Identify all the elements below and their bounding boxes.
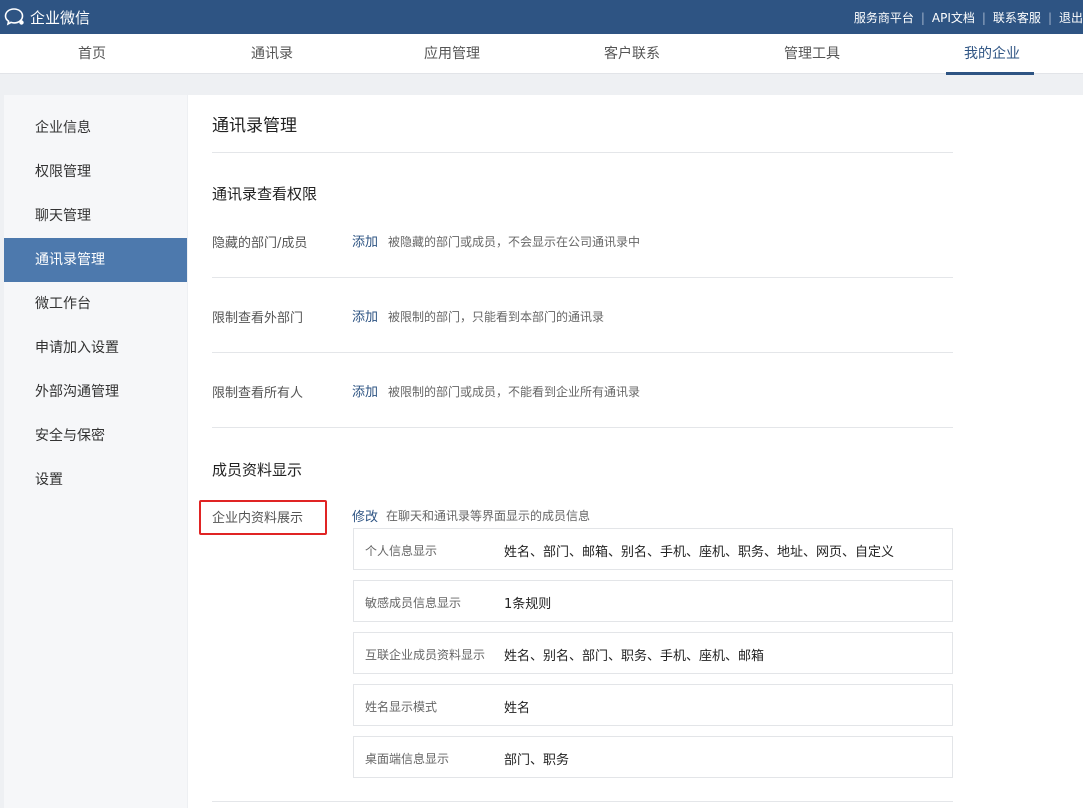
sidebar-item-contacts-management[interactable]: 通讯录管理 bbox=[4, 238, 187, 282]
sidebar-item-settings[interactable]: 设置 bbox=[4, 458, 187, 502]
divider bbox=[212, 352, 953, 353]
nav-tab-contacts[interactable]: 通讯录 bbox=[227, 34, 317, 74]
top-bar: 企业微信 服务商平台 | API文档 | 联系客服 | 退出 bbox=[0, 0, 1083, 34]
sidebar-item-join-settings[interactable]: 申请加入设置 bbox=[4, 326, 187, 370]
info-label: 桌面端信息显示 bbox=[365, 752, 450, 766]
service-platform-link[interactable]: 服务商平台 bbox=[854, 9, 914, 26]
modify-profile-desc: 在聊天和通讯录等界面显示的成员信息 bbox=[386, 509, 591, 523]
info-value: 姓名 bbox=[504, 701, 531, 716]
active-tab-indicator bbox=[946, 72, 1034, 75]
info-label: 敏感成员信息显示 bbox=[365, 596, 462, 610]
add-restrict-other-dept-link[interactable]: 添加 bbox=[352, 306, 378, 325]
sidebar-item-chat-management[interactable]: 聊天管理 bbox=[4, 194, 187, 238]
main-content: 通讯录管理 通讯录查看权限 隐藏的部门/成员 添加 被隐藏的部门或成员，不会显示… bbox=[188, 95, 1083, 808]
nav-tab-management-tools[interactable]: 管理工具 bbox=[767, 34, 857, 74]
divider: | bbox=[920, 10, 925, 25]
info-value: 姓名、别名、部门、职务、手机、座机、邮箱 bbox=[504, 649, 765, 664]
profile-display-label: 企业内资料展示 bbox=[212, 511, 304, 526]
nav-tab-my-enterprise[interactable]: 我的企业 bbox=[946, 34, 1037, 75]
info-box-interconnected: 互联企业成员资料显示 姓名、别名、部门、职务、手机、座机、邮箱 bbox=[353, 632, 953, 674]
logo[interactable]: 企业微信 bbox=[4, 7, 90, 27]
info-label: 个人信息显示 bbox=[365, 544, 438, 558]
divider bbox=[212, 277, 953, 278]
app-title: 企业微信 bbox=[30, 8, 91, 27]
wecom-logo-icon bbox=[4, 8, 24, 26]
modify-profile-link[interactable]: 修改 bbox=[352, 506, 378, 525]
section-title-view-permission: 通讯录查看权限 bbox=[212, 185, 318, 203]
hidden-members-label: 隐藏的部门/成员 bbox=[212, 236, 308, 251]
divider bbox=[212, 801, 953, 802]
restrict-other-dept-label: 限制查看外部门 bbox=[212, 311, 304, 326]
info-box-name-mode: 姓名显示模式 姓名 bbox=[353, 684, 953, 726]
restrict-all-label: 限制查看所有人 bbox=[212, 386, 304, 401]
contact-support-link[interactable]: 联系客服 bbox=[993, 9, 1041, 26]
nav-tab-label: 我的企业 bbox=[964, 46, 1020, 62]
sidebar-item-external-communication[interactable]: 外部沟通管理 bbox=[4, 370, 187, 414]
info-value: 部门、职务 bbox=[504, 753, 570, 768]
info-label: 互联企业成员资料显示 bbox=[365, 648, 486, 662]
logout-link[interactable]: 退出 bbox=[1059, 9, 1083, 26]
add-hidden-members-link[interactable]: 添加 bbox=[352, 231, 378, 250]
page-title: 通讯录管理 bbox=[212, 116, 297, 136]
info-label: 姓名显示模式 bbox=[365, 700, 438, 714]
sidebar-item-enterprise-info[interactable]: 企业信息 bbox=[4, 106, 187, 150]
section-title-member-display: 成员资料显示 bbox=[212, 461, 303, 479]
info-value: 1条规则 bbox=[504, 597, 552, 612]
main-nav: 首页 通讯录 应用管理 客户联系 管理工具 我的企业 bbox=[0, 34, 1083, 75]
sidebar-item-workbench[interactable]: 微工作台 bbox=[4, 282, 187, 326]
info-box-sensitive: 敏感成员信息显示 1条规则 bbox=[353, 580, 953, 622]
nav-tab-customer-contact[interactable]: 客户联系 bbox=[587, 34, 677, 74]
sidebar: 企业信息 权限管理 聊天管理 通讯录管理 微工作台 申请加入设置 外部沟通管理 … bbox=[4, 95, 187, 808]
restrict-all-desc: 被限制的部门或成员，不能看到企业所有通讯录 bbox=[388, 385, 641, 399]
api-docs-link[interactable]: API文档 bbox=[932, 9, 975, 26]
divider: | bbox=[1047, 10, 1052, 25]
sidebar-item-security[interactable]: 安全与保密 bbox=[4, 414, 187, 458]
top-links: 服务商平台 | API文档 | 联系客服 | 退出 bbox=[854, 9, 1083, 26]
add-restrict-all-link[interactable]: 添加 bbox=[352, 381, 378, 400]
info-box-desktop: 桌面端信息显示 部门、职务 bbox=[353, 736, 953, 778]
sidebar-item-permissions[interactable]: 权限管理 bbox=[4, 150, 187, 194]
hidden-members-desc: 被隐藏的部门或成员，不会显示在公司通讯录中 bbox=[388, 235, 641, 249]
divider bbox=[212, 427, 953, 428]
divider bbox=[212, 152, 953, 153]
divider: | bbox=[981, 10, 986, 25]
nav-tab-app-management[interactable]: 应用管理 bbox=[407, 34, 497, 74]
info-value: 姓名、部门、邮箱、别名、手机、座机、职务、地址、网页、自定义 bbox=[504, 545, 895, 560]
nav-tab-home[interactable]: 首页 bbox=[47, 34, 137, 74]
restrict-other-dept-desc: 被限制的部门，只能看到本部门的通讯录 bbox=[388, 310, 605, 324]
info-box-personal: 个人信息显示 姓名、部门、邮箱、别名、手机、座机、职务、地址、网页、自定义 bbox=[353, 528, 953, 570]
